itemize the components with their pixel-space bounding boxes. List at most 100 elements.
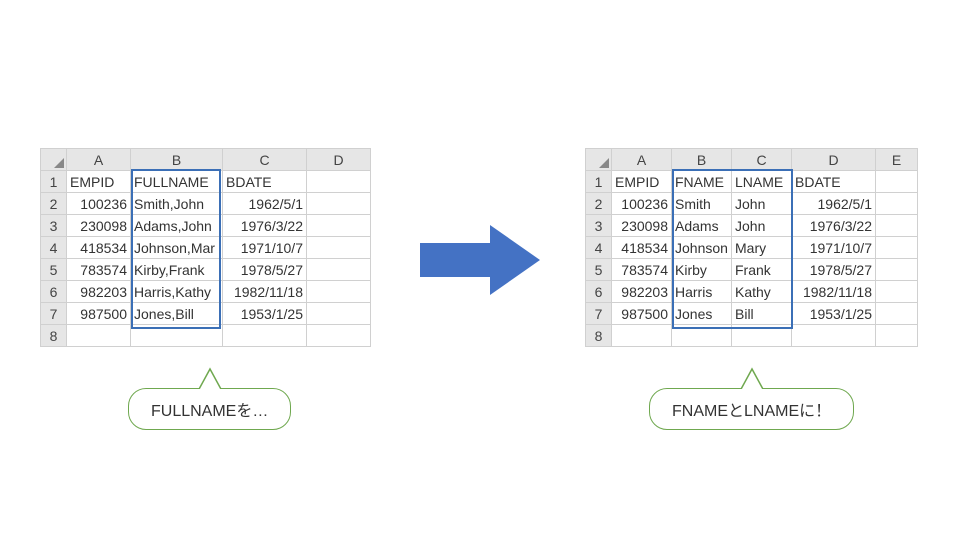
cell[interactable]: Johnson,Mar xyxy=(131,237,223,259)
colhdr[interactable]: B xyxy=(131,149,223,171)
cell[interactable] xyxy=(67,325,131,347)
cell[interactable]: FULLNAME xyxy=(131,171,223,193)
cell[interactable]: Smith xyxy=(672,193,732,215)
cell[interactable]: 1982/11/18 xyxy=(223,281,307,303)
cell[interactable]: Jones xyxy=(672,303,732,325)
rowhdr[interactable]: 3 xyxy=(586,215,612,237)
cell[interactable] xyxy=(307,215,371,237)
cell[interactable]: Harris xyxy=(672,281,732,303)
cell[interactable] xyxy=(876,171,918,193)
cell[interactable]: John xyxy=(732,193,792,215)
cell[interactable]: Smith,John xyxy=(131,193,223,215)
cell[interactable]: Jones,Bill xyxy=(131,303,223,325)
cell[interactable] xyxy=(307,325,371,347)
cell[interactable]: 230098 xyxy=(67,215,131,237)
cell[interactable] xyxy=(307,171,371,193)
cell[interactable]: EMPID xyxy=(612,171,672,193)
cell[interactable] xyxy=(307,281,371,303)
cell[interactable]: 1978/5/27 xyxy=(223,259,307,281)
cell[interactable]: 987500 xyxy=(67,303,131,325)
cell[interactable]: 1978/5/27 xyxy=(792,259,876,281)
cell[interactable]: Harris,Kathy xyxy=(131,281,223,303)
rowhdr[interactable]: 5 xyxy=(586,259,612,281)
cell[interactable]: 418534 xyxy=(612,237,672,259)
cell[interactable]: 982203 xyxy=(67,281,131,303)
cell[interactable]: Adams xyxy=(672,215,732,237)
cell[interactable]: 418534 xyxy=(67,237,131,259)
colhdr[interactable]: C xyxy=(223,149,307,171)
cell[interactable] xyxy=(223,325,307,347)
colhdr[interactable]: C xyxy=(732,149,792,171)
cell[interactable]: EMPID xyxy=(67,171,131,193)
cell[interactable]: 1976/3/22 xyxy=(792,215,876,237)
cell[interactable]: 1962/5/1 xyxy=(223,193,307,215)
table-row: 8 xyxy=(586,325,918,347)
cell[interactable] xyxy=(876,215,918,237)
cell[interactable] xyxy=(307,259,371,281)
cell[interactable]: Frank xyxy=(732,259,792,281)
cell[interactable] xyxy=(672,325,732,347)
rowhdr[interactable]: 2 xyxy=(41,193,67,215)
cell[interactable] xyxy=(307,237,371,259)
cell[interactable]: John xyxy=(732,215,792,237)
cell[interactable]: 1982/11/18 xyxy=(792,281,876,303)
rowhdr[interactable]: 3 xyxy=(41,215,67,237)
rowhdr[interactable]: 8 xyxy=(41,325,67,347)
selectall-corner[interactable] xyxy=(41,149,67,171)
colhdr[interactable]: D xyxy=(792,149,876,171)
cell[interactable] xyxy=(876,325,918,347)
cell[interactable] xyxy=(876,259,918,281)
cell[interactable] xyxy=(876,281,918,303)
cell[interactable]: FNAME xyxy=(672,171,732,193)
cell[interactable]: 783574 xyxy=(67,259,131,281)
rowhdr[interactable]: 5 xyxy=(41,259,67,281)
colhdr[interactable]: B xyxy=(672,149,732,171)
cell[interactable]: Kirby xyxy=(672,259,732,281)
cell[interactable]: 1962/5/1 xyxy=(792,193,876,215)
cell[interactable]: 1953/1/25 xyxy=(223,303,307,325)
rowhdr[interactable]: 7 xyxy=(586,303,612,325)
cell[interactable]: Bill xyxy=(732,303,792,325)
rowhdr[interactable]: 2 xyxy=(586,193,612,215)
cell[interactable]: BDATE xyxy=(792,171,876,193)
cell[interactable] xyxy=(876,193,918,215)
cell[interactable] xyxy=(876,303,918,325)
cell[interactable] xyxy=(612,325,672,347)
colhdr[interactable]: A xyxy=(67,149,131,171)
cell[interactable]: 1953/1/25 xyxy=(792,303,876,325)
colhdr[interactable]: E xyxy=(876,149,918,171)
cell[interactable] xyxy=(307,193,371,215)
cell[interactable]: 1971/10/7 xyxy=(792,237,876,259)
cell[interactable]: 1971/10/7 xyxy=(223,237,307,259)
cell[interactable]: 100236 xyxy=(67,193,131,215)
cell[interactable]: LNAME xyxy=(732,171,792,193)
cell[interactable]: 982203 xyxy=(612,281,672,303)
cell[interactable]: 230098 xyxy=(612,215,672,237)
cell[interactable]: Mary xyxy=(732,237,792,259)
cell[interactable]: Kathy xyxy=(732,281,792,303)
cell[interactable]: Kirby,Frank xyxy=(131,259,223,281)
cell[interactable] xyxy=(792,325,876,347)
cell[interactable] xyxy=(131,325,223,347)
rowhdr[interactable]: 8 xyxy=(586,325,612,347)
cell[interactable] xyxy=(876,237,918,259)
rowhdr[interactable]: 1 xyxy=(586,171,612,193)
cell[interactable]: Johnson xyxy=(672,237,732,259)
cell[interactable]: BDATE xyxy=(223,171,307,193)
cell[interactable]: 100236 xyxy=(612,193,672,215)
colhdr[interactable]: A xyxy=(612,149,672,171)
cell[interactable]: 1976/3/22 xyxy=(223,215,307,237)
rowhdr[interactable]: 4 xyxy=(41,237,67,259)
rowhdr[interactable]: 6 xyxy=(41,281,67,303)
rowhdr[interactable]: 4 xyxy=(586,237,612,259)
rowhdr[interactable]: 6 xyxy=(586,281,612,303)
rowhdr[interactable]: 1 xyxy=(41,171,67,193)
colhdr[interactable]: D xyxy=(307,149,371,171)
cell[interactable] xyxy=(307,303,371,325)
selectall-corner[interactable] xyxy=(586,149,612,171)
cell[interactable]: 783574 xyxy=(612,259,672,281)
rowhdr[interactable]: 7 xyxy=(41,303,67,325)
cell[interactable]: Adams,John xyxy=(131,215,223,237)
cell[interactable] xyxy=(732,325,792,347)
cell[interactable]: 987500 xyxy=(612,303,672,325)
